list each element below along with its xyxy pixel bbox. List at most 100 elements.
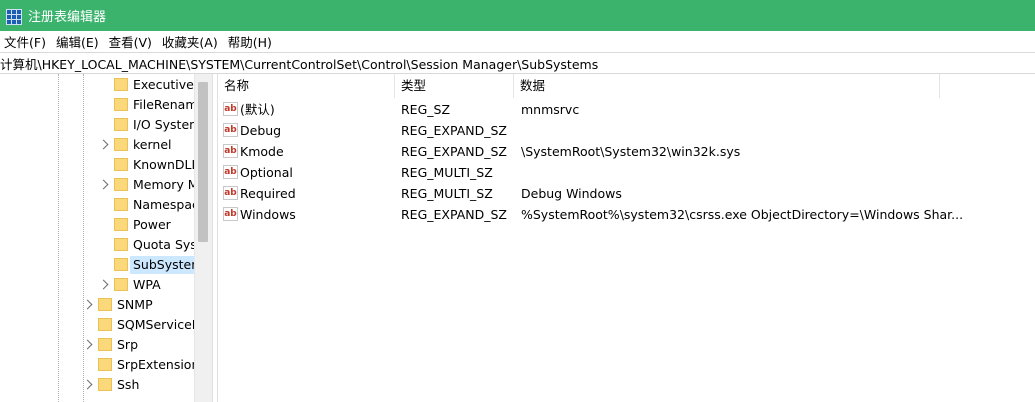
tree-item-label: KnownDLL <box>133 157 199 172</box>
tree-item[interactable]: kernel <box>0 135 210 155</box>
registry-tree: Executive FileRenam I/O Systen kernel KnownD… <box>0 74 210 402</box>
value-row[interactable]: ab Windows REG_EXPAND_SZ %SystemRoot%\syste… <box>218 204 1035 225</box>
menu-favorites[interactable]: 收藏夹(A) <box>158 32 224 51</box>
chevron-right-icon[interactable] <box>98 179 109 190</box>
folder-icon <box>114 238 128 251</box>
chevron-right-icon[interactable] <box>82 339 93 350</box>
tree-scroll-thumb[interactable] <box>198 82 208 242</box>
tree-item[interactable]: Executive <box>0 75 210 95</box>
tree-item[interactable]: Ssh <box>0 375 210 395</box>
tree-item[interactable]: I/O Systen <box>0 115 210 135</box>
column-header-data[interactable]: 数据 <box>514 74 940 98</box>
value-data <box>521 162 1031 183</box>
tree-item-label: Memory M <box>133 177 199 192</box>
value-type: REG_EXPAND_SZ <box>401 123 507 138</box>
chevron-right-icon[interactable] <box>98 279 109 290</box>
folder-icon <box>114 278 128 291</box>
value-type: REG_EXPAND_SZ <box>401 144 507 159</box>
value-name: Debug <box>240 123 282 138</box>
tree-item-label: Power <box>133 217 171 232</box>
value-name: Windows <box>240 207 296 222</box>
tree-item[interactable]: WPA <box>0 275 210 295</box>
address-bar[interactable]: 计算机\HKEY_LOCAL_MACHINE\SYSTEM\CurrentCon… <box>0 52 1035 74</box>
title-bar: 注册表编辑器 <box>0 0 1035 31</box>
chevron-right-icon[interactable] <box>98 139 109 150</box>
string-value-icon: ab <box>223 207 238 221</box>
folder-icon <box>114 98 128 111</box>
tree-item-label: SNMP <box>117 297 153 312</box>
tree-item-label: SubSysten <box>130 256 200 274</box>
tree-item-label: Namespac <box>133 197 199 212</box>
value-name: (默认) <box>240 102 275 117</box>
value-data: Debug Windows <box>521 186 622 201</box>
folder-icon <box>98 378 112 391</box>
regedit-icon <box>6 8 22 25</box>
tree-item-label: Ssh <box>117 377 140 392</box>
tree-item-label: Quota Sys <box>133 237 197 252</box>
value-row[interactable]: ab Optional REG_MULTI_SZ <box>218 162 1035 183</box>
folder-icon <box>114 118 128 131</box>
tree-item[interactable]: Srp <box>0 335 210 355</box>
tree-item[interactable]: SNMP <box>0 295 210 315</box>
chevron-right-icon[interactable] <box>82 379 93 390</box>
value-row[interactable]: ab (默认) REG_SZ mnmsrvc <box>218 99 1035 120</box>
tree-item-label: SQMServiceL <box>117 317 199 332</box>
column-header-type[interactable]: 类型 <box>395 74 514 98</box>
tree-item-label: Srp <box>117 337 139 352</box>
tree-item-label: I/O Systen <box>133 117 198 132</box>
folder-icon <box>114 178 128 191</box>
value-name: Optional <box>240 165 293 180</box>
menu-bar: 文件(F) 编辑(E) 查看(V) 收藏夹(A) 帮助(H) <box>0 31 1035 51</box>
folder-icon <box>114 218 128 231</box>
value-data: mnmsrvc <box>521 102 580 117</box>
tree-item[interactable]: Namespac <box>0 195 210 215</box>
value-data <box>521 120 1031 141</box>
folder-icon <box>98 338 112 351</box>
value-row[interactable]: ab Required REG_MULTI_SZ Debug Windows <box>218 183 1035 204</box>
string-value-icon: ab <box>223 186 238 200</box>
chevron-right-icon[interactable] <box>82 299 93 310</box>
column-header-name[interactable]: 名称 <box>218 74 395 98</box>
menu-file[interactable]: 文件(F) <box>0 32 52 51</box>
string-value-icon: ab <box>223 102 238 116</box>
folder-icon <box>114 158 128 171</box>
tree-item[interactable]: Quota Sys <box>0 235 210 255</box>
tree-item[interactable]: SubSysten <box>0 255 210 275</box>
folder-icon <box>98 358 112 371</box>
string-value-icon: ab <box>223 165 238 179</box>
folder-icon <box>98 298 112 311</box>
value-data: %SystemRoot%\system32\csrss.exe ObjectDi… <box>521 207 964 222</box>
tree-item-label: Executive <box>133 77 194 92</box>
tree-item[interactable]: Power <box>0 215 210 235</box>
menu-edit[interactable]: 编辑(E) <box>52 32 105 51</box>
value-name: Required <box>240 186 296 201</box>
folder-icon <box>114 198 128 211</box>
tree-item-label: kernel <box>133 137 172 152</box>
value-type: REG_MULTI_SZ <box>401 165 493 180</box>
values-list: 名称 类型 数据 ab (默认) REG_SZ mnmsrvc ab Debug REG_E… <box>218 74 1035 402</box>
tree-item[interactable]: SrpExtension <box>0 355 210 375</box>
tree-item[interactable]: FileRenam <box>0 95 210 115</box>
menu-view[interactable]: 查看(V) <box>105 32 158 51</box>
tree-item-label: SrpExtension <box>117 357 200 372</box>
tree-item[interactable]: KnownDLL <box>0 155 210 175</box>
tree-item-label: WPA <box>133 277 161 292</box>
folder-icon <box>114 258 128 271</box>
value-type: REG_EXPAND_SZ <box>401 207 507 222</box>
string-value-icon: ab <box>223 123 238 137</box>
value-type: REG_MULTI_SZ <box>401 186 493 201</box>
tree-item-label: FileRenam <box>133 97 198 112</box>
value-row[interactable]: ab Kmode REG_EXPAND_SZ \SystemRoot\System32… <box>218 141 1035 162</box>
string-value-icon: ab <box>223 144 238 158</box>
tree-item[interactable]: SQMServiceL <box>0 315 210 335</box>
value-type: REG_SZ <box>401 102 451 117</box>
tree-item[interactable]: Memory M <box>0 175 210 195</box>
value-row[interactable]: ab Debug REG_EXPAND_SZ <box>218 120 1035 141</box>
folder-icon <box>114 78 128 91</box>
menu-help[interactable]: 帮助(H) <box>224 32 278 51</box>
value-data: \SystemRoot\System32\win32k.sys <box>521 144 741 159</box>
address-path[interactable]: 计算机\HKEY_LOCAL_MACHINE\SYSTEM\CurrentCon… <box>0 54 598 73</box>
folder-icon <box>98 318 112 331</box>
window-title: 注册表编辑器 <box>28 10 107 25</box>
tree-scrollbar[interactable] <box>194 74 212 402</box>
